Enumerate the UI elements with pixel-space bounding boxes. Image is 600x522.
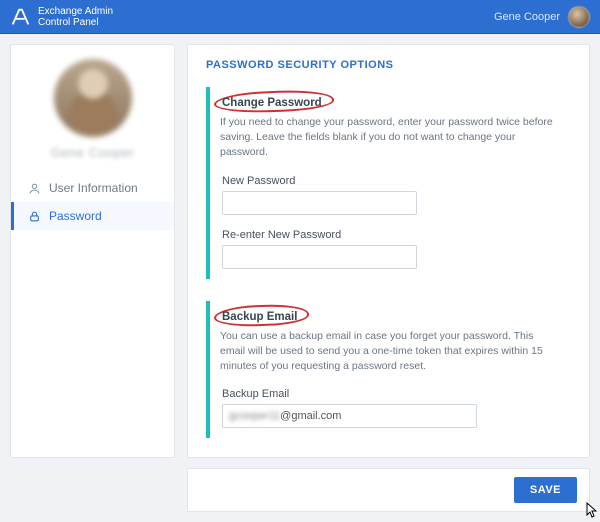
label-reenter-password: Re-enter New Password: [222, 229, 559, 241]
input-reenter-password[interactable]: [222, 245, 417, 269]
lock-icon: [28, 210, 41, 223]
app-title: Exchange Admin Control Panel: [38, 6, 113, 28]
brand-logo: [10, 6, 32, 28]
section-description: You can use a backup email in case you f…: [220, 329, 561, 375]
sidebar: Gene Cooper User Information Password: [10, 44, 175, 458]
section-backup-email: Backup Email You can use a backup email …: [206, 301, 571, 439]
field-new-password: New Password: [222, 175, 559, 215]
profile-name: Gene Cooper: [51, 145, 135, 160]
avatar-small[interactable]: [568, 6, 590, 28]
footer-bar: SAVE: [187, 468, 590, 512]
main-panel: PASSWORD SECURITY OPTIONS Change Passwor…: [187, 44, 590, 458]
avatar-large: [54, 59, 132, 137]
section-change-password: Change Password If you need to change yo…: [206, 87, 571, 279]
sidebar-item-user-information[interactable]: User Information: [11, 174, 174, 202]
sidebar-item-label: Password: [49, 209, 102, 223]
section-heading-backup-email: Backup Email: [220, 309, 299, 323]
section-heading-change-password: Change Password: [220, 95, 324, 109]
label-new-password: New Password: [222, 175, 559, 187]
field-backup-email: Backup Email gcooper11@gmail.com: [222, 388, 559, 428]
label-backup-email: Backup Email: [222, 388, 559, 400]
input-backup-email[interactable]: gcooper11@gmail.com: [222, 404, 477, 428]
topbar-user-name: Gene Cooper: [494, 11, 560, 23]
sidebar-item-password[interactable]: Password: [11, 202, 174, 230]
save-button[interactable]: SAVE: [514, 477, 577, 503]
profile-block: Gene Cooper: [11, 59, 174, 170]
topbar-user[interactable]: Gene Cooper: [494, 6, 590, 28]
brand: Exchange Admin Control Panel: [10, 6, 113, 28]
field-reenter-password: Re-enter New Password: [222, 229, 559, 269]
user-icon: [28, 182, 41, 195]
page-title: PASSWORD SECURITY OPTIONS: [206, 59, 571, 71]
sidebar-item-label: User Information: [49, 181, 138, 195]
section-description: If you need to change your password, ent…: [220, 115, 561, 161]
input-new-password[interactable]: [222, 191, 417, 215]
top-bar: Exchange Admin Control Panel Gene Cooper: [0, 0, 600, 34]
